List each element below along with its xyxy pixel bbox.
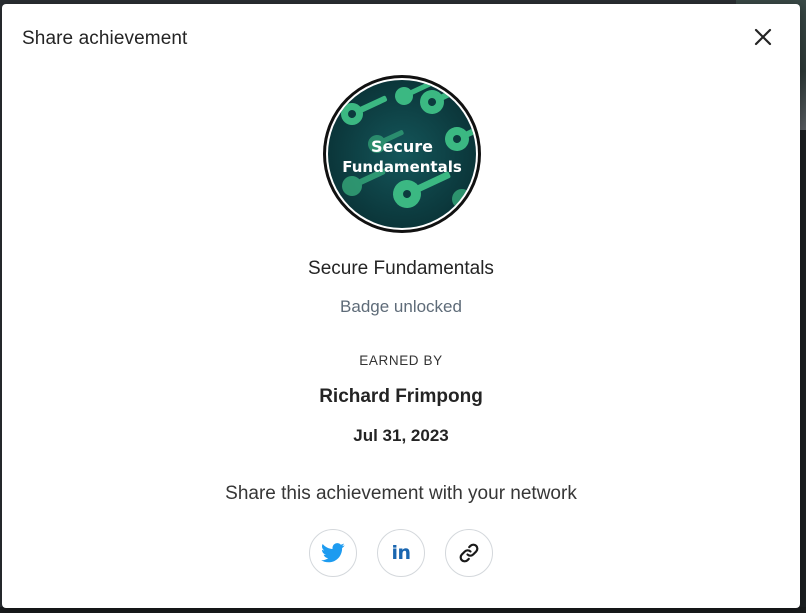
share-buttons: in bbox=[2, 529, 800, 577]
twitter-icon bbox=[321, 543, 345, 563]
earned-date: Jul 31, 2023 bbox=[353, 426, 449, 445]
share-twitter-button[interactable] bbox=[309, 529, 357, 577]
link-icon bbox=[459, 543, 479, 563]
share-prompt: Share this achievement with your network bbox=[225, 483, 577, 504]
background-strip bbox=[800, 130, 806, 613]
earner-name: Richard Frimpong bbox=[319, 386, 483, 407]
linkedin-icon: in bbox=[391, 542, 411, 564]
badge-image-text-1: Secure bbox=[371, 137, 433, 156]
badge-image-text-2: Fundamentals bbox=[342, 158, 462, 176]
share-linkedin-button[interactable]: in bbox=[377, 529, 425, 577]
badge-image: Secure Fundamentals bbox=[322, 74, 482, 234]
badge-name: Secure Fundamentals bbox=[308, 258, 494, 279]
share-achievement-dialog: Share achievement Secure Fundamentals Se… bbox=[2, 4, 800, 608]
close-icon bbox=[754, 28, 772, 46]
badge-status: Badge unlocked bbox=[340, 297, 462, 316]
dialog-title: Share achievement bbox=[22, 28, 188, 49]
dialog-header: Share achievement bbox=[2, 4, 800, 72]
copy-link-button[interactable] bbox=[445, 529, 493, 577]
earned-by-label: EARNED BY bbox=[359, 353, 443, 368]
close-button[interactable] bbox=[752, 26, 774, 48]
